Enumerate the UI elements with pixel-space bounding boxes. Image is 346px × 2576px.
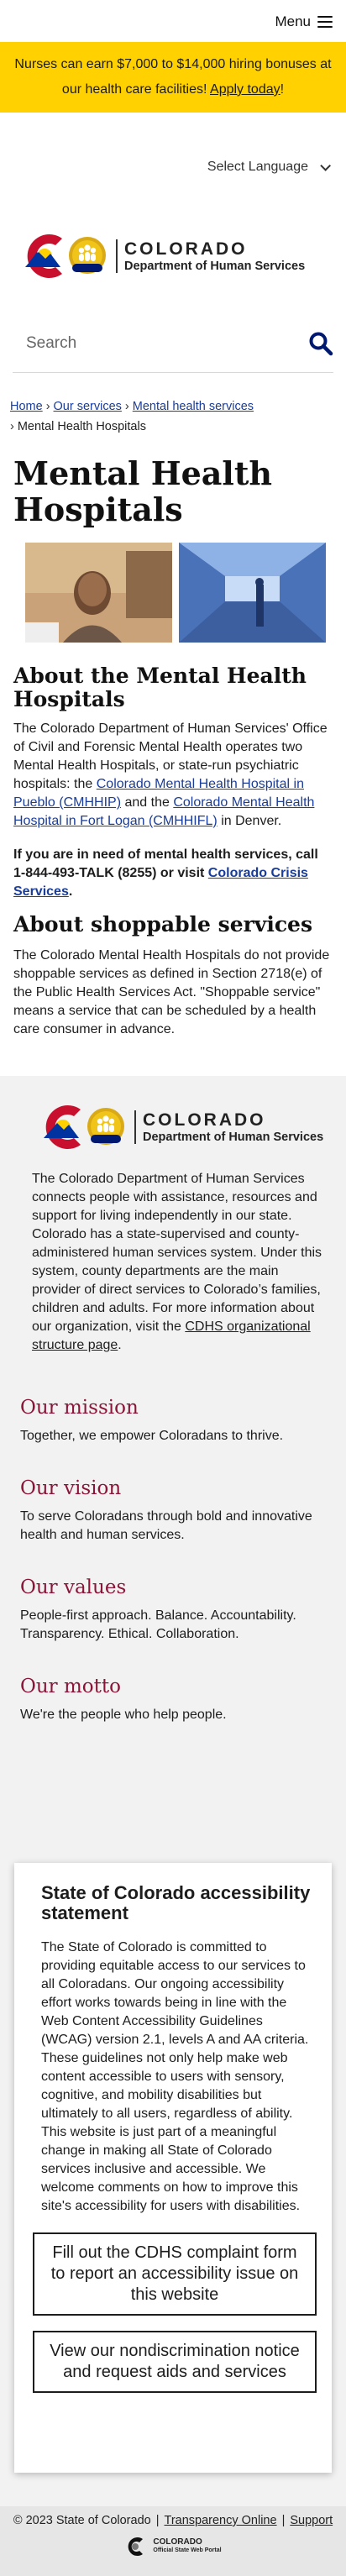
language-select[interactable]: Select Language bbox=[207, 160, 331, 175]
accessibility-text: The State of Colorado is committed to pr… bbox=[41, 1940, 309, 2213]
menu-label: Menu bbox=[275, 13, 311, 29]
colorado-c-logo-icon bbox=[44, 1105, 124, 1149]
about-text-3: in Denver. bbox=[217, 814, 282, 828]
org-desc-after: . bbox=[118, 1338, 122, 1352]
accessibility-heading: State of Colorado accessibility statemen… bbox=[41, 1882, 311, 1923]
breadcrumb-home[interactable]: Home bbox=[10, 400, 43, 413]
accessibility-complaint-button[interactable]: Fill out the CDHS complaint form to repo… bbox=[33, 2232, 317, 2316]
org-description-block: The Colorado Department of Human Service… bbox=[0, 1153, 346, 1355]
search-bar bbox=[13, 314, 333, 373]
motto-heading: Our motto bbox=[20, 1676, 121, 1697]
org-cdhs-wordmark: COLORADO Department of Human Services bbox=[134, 1110, 323, 1145]
breadcrumb-separator: › bbox=[124, 400, 129, 413]
org-cdhs-logo: COLORADO Department of Human Services bbox=[37, 1101, 326, 1153]
values-text: People-first approach. Balance. Accounta… bbox=[20, 1608, 296, 1641]
chevron-down-icon bbox=[320, 160, 331, 171]
breadcrumb-separator: › bbox=[10, 420, 14, 433]
logo-dept: Department of Human Services bbox=[124, 259, 306, 273]
cdhs-logo[interactable]: COLORADO Department of Human Services bbox=[18, 230, 305, 282]
language-area: Select Language bbox=[0, 113, 346, 205]
breadcrumb-current: Mental Health Hospitals bbox=[17, 420, 146, 433]
values-heading: Our values bbox=[20, 1577, 127, 1598]
accessibility-card: State of Colorado accessibility statemen… bbox=[14, 1863, 332, 2473]
mission-text: Together, we empower Coloradans to thriv… bbox=[20, 1429, 284, 1443]
apply-today-link[interactable]: Apply today bbox=[210, 82, 280, 97]
footer: © 2023 State of Colorado | Transparency On… bbox=[0, 2506, 346, 2576]
transparency-online-link[interactable]: Transparency Online bbox=[165, 2514, 277, 2527]
breadcrumb-separator: › bbox=[45, 400, 50, 413]
about-text-2: and the bbox=[121, 795, 174, 810]
footer-links: © 2023 State of Colorado | Transparency On… bbox=[0, 2514, 346, 2527]
portal-wordmark: COLORADO Official State Web Portal bbox=[153, 2538, 221, 2555]
main-content: Mental Health Hospitals About the Mental… bbox=[0, 455, 346, 1039]
org-info-section: COLORADO Department of Human Services Th… bbox=[0, 1076, 346, 2506]
vision-text: To serve Coloradans through bold and inn… bbox=[20, 1509, 312, 1542]
search-input[interactable] bbox=[24, 333, 276, 354]
footer-divider: | bbox=[281, 2514, 286, 2527]
menu-button[interactable]: Menu bbox=[275, 13, 333, 30]
footer-divider: | bbox=[155, 2514, 160, 2527]
top-bar: Menu bbox=[0, 0, 346, 42]
cdhs-wordmark: COLORADO Department of Human Services bbox=[116, 239, 305, 274]
shoppable-text: The Colorado Mental Health Hospitals do … bbox=[13, 948, 330, 1036]
hamburger-icon bbox=[317, 16, 333, 28]
page-title: Mental Health Hospitals bbox=[13, 454, 273, 528]
cdhs-logo-area: COLORADO Department of Human Services bbox=[0, 205, 346, 314]
hiring-banner: Nurses can earn $7,000 to $14,000 hiring… bbox=[0, 42, 346, 113]
about-heading: About the Mental Health Hospitals bbox=[13, 664, 307, 711]
language-label: Select Language bbox=[207, 160, 308, 174]
org-values-block: Our mission Together, we empower Colorad… bbox=[0, 1355, 346, 1724]
org-description: The Colorado Department of Human Service… bbox=[32, 1170, 324, 1355]
org-logo-area: COLORADO Department of Human Services bbox=[0, 1101, 346, 1153]
footer-copyright: © 2023 State of Colorado bbox=[13, 2514, 151, 2527]
breadcrumb-mental-health-services[interactable]: Mental health services bbox=[133, 400, 254, 413]
support-link[interactable]: Support bbox=[290, 2514, 333, 2527]
portal-line2: Official State Web Portal bbox=[153, 2547, 222, 2553]
colorado-c-logo-icon bbox=[25, 234, 106, 278]
logo-state: COLORADO bbox=[124, 239, 248, 259]
woman-photo-image bbox=[25, 543, 172, 643]
portal-line1: COLORADO bbox=[153, 2537, 202, 2547]
breadcrumb: Home › Our services › Mental health services… bbox=[0, 373, 346, 437]
banner-after: ! bbox=[280, 82, 285, 97]
org-logo-state: COLORADO bbox=[143, 1110, 266, 1130]
mission-heading: Our mission bbox=[20, 1397, 139, 1419]
breadcrumb-our-services[interactable]: Our services bbox=[54, 400, 122, 413]
crisis-paragraph: If you are in need of mental health serv… bbox=[13, 846, 333, 901]
about-paragraph: The Colorado Department of Human Service… bbox=[13, 720, 333, 831]
search-icon[interactable] bbox=[308, 331, 333, 356]
org-desc-text: The Colorado Department of Human Service… bbox=[32, 1172, 322, 1334]
motto-text: We're the people who help people. bbox=[20, 1708, 227, 1722]
hospital-hallway-image bbox=[179, 543, 326, 643]
vision-heading: Our vision bbox=[20, 1477, 122, 1499]
nondiscrimination-button[interactable]: View our nondiscrimination notice and re… bbox=[33, 2331, 317, 2393]
hero-photos bbox=[25, 543, 333, 643]
org-logo-dept: Department of Human Services bbox=[143, 1130, 324, 1144]
crisis-after: . bbox=[68, 884, 73, 899]
shoppable-heading: About shoppable services bbox=[13, 912, 313, 936]
